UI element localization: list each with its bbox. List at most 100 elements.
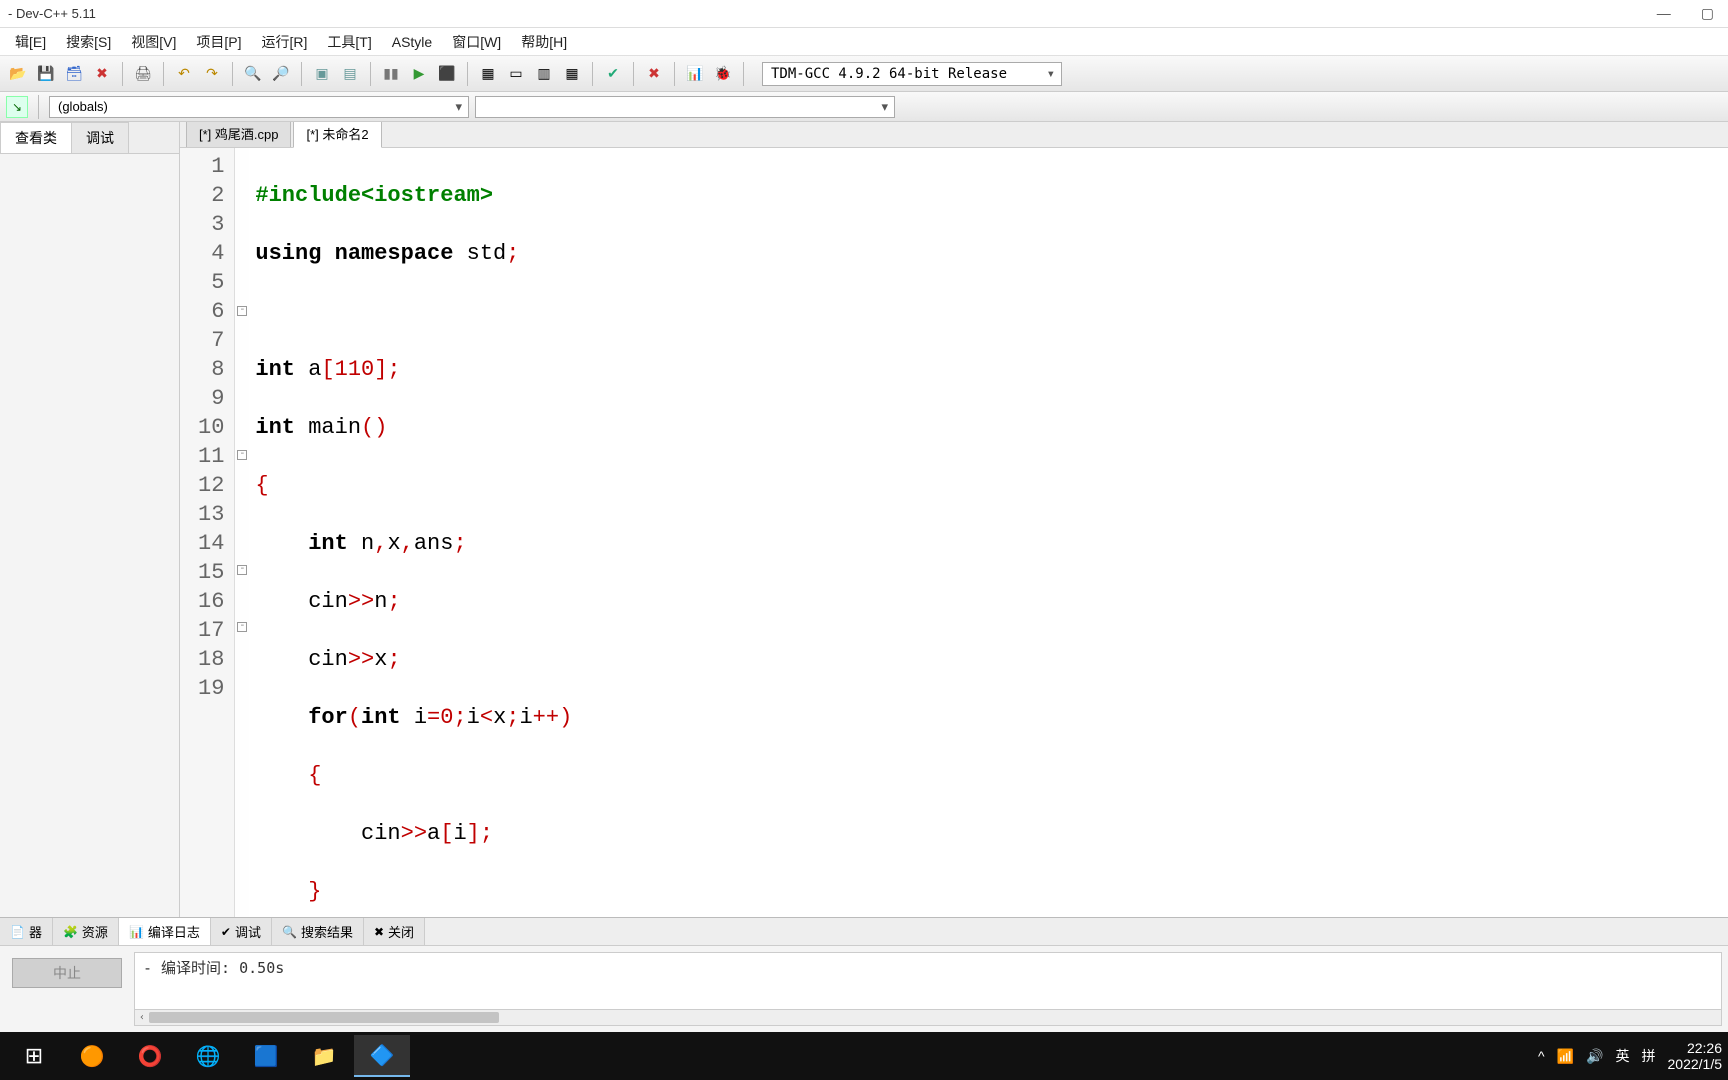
grid1-button[interactable]: ▦: [476, 62, 500, 86]
debug-button[interactable]: 🐞: [711, 62, 735, 86]
volume-icon[interactable]: 🔊: [1586, 1048, 1603, 1065]
bottom-tabs: 📄器 🧩资源 📊编译日志 ✔调试 🔍搜索结果 ✖关闭: [0, 918, 1728, 946]
file-tab-1[interactable]: [*] 未命名2: [293, 122, 381, 148]
separator: [743, 62, 744, 86]
separator: [232, 62, 233, 86]
scope-selector[interactable]: (globals): [49, 96, 469, 118]
stop-button[interactable]: ▮▮: [379, 62, 403, 86]
bottom-panel: 📄器 🧩资源 📊编译日志 ✔调试 🔍搜索结果 ✖关闭 中止 - 编译时间: 0.…: [0, 917, 1728, 1032]
menu-run[interactable]: 运行[R]: [253, 29, 317, 55]
scope-selector-value: (globals): [58, 99, 108, 114]
separator: [633, 62, 634, 86]
scroll-thumb[interactable]: [149, 1012, 499, 1023]
separator: [370, 62, 371, 86]
editor-area: [*] 鸡尾酒.cpp [*] 未命名2 1234 5678 9101112 1…: [180, 122, 1728, 917]
resource-icon: 🧩: [63, 925, 78, 939]
fold-marker[interactable]: -: [237, 622, 247, 632]
replace-button[interactable]: 🔎: [269, 62, 293, 86]
fold-marker[interactable]: -: [237, 565, 247, 575]
taskbar-devcpp[interactable]: 🔷: [354, 1035, 410, 1077]
clock-time: 22:26: [1668, 1040, 1723, 1056]
window-controls: — ▢: [1651, 3, 1720, 24]
left-panel: 查看类 调试: [0, 122, 180, 917]
left-panel-tabs: 查看类 调试: [0, 122, 179, 154]
bottom-tab-search-results[interactable]: 🔍搜索结果: [272, 918, 364, 945]
ime-mode[interactable]: 拼: [1642, 1046, 1656, 1066]
close-icon: ✖: [374, 925, 384, 939]
clock-date: 2022/1/5: [1668, 1056, 1723, 1072]
taskbar-explorer[interactable]: 📁: [296, 1035, 352, 1077]
tab-class-view[interactable]: 查看类: [0, 122, 72, 153]
compiler-selector[interactable]: TDM-GCC 4.9.2 64-bit Release: [762, 62, 1062, 86]
tab-debug[interactable]: 调试: [71, 122, 129, 153]
abort-button[interactable]: 中止: [12, 958, 122, 988]
code-editor[interactable]: 1234 5678 9101112 13141516 171819 - - - …: [180, 148, 1728, 917]
menu-astyle[interactable]: AStyle: [383, 31, 441, 53]
grid3-button[interactable]: ▥: [532, 62, 556, 86]
goto-icon[interactable]: ↘: [6, 96, 28, 118]
menu-edit[interactable]: 辑[E]: [6, 29, 55, 55]
menu-help[interactable]: 帮助[H]: [512, 29, 576, 55]
bottom-tab-resources[interactable]: 🧩资源: [53, 918, 119, 945]
fold-marker[interactable]: -: [237, 306, 247, 316]
taskbar-app-2[interactable]: ⭕: [122, 1035, 178, 1077]
find-button[interactable]: 🔍: [241, 62, 265, 86]
menu-window[interactable]: 窗口[W]: [443, 29, 510, 55]
bottom-tab-compiler[interactable]: 📄器: [0, 918, 53, 945]
delete-button[interactable]: ✖: [642, 62, 666, 86]
separator: [467, 62, 468, 86]
wifi-icon[interactable]: 📶: [1557, 1048, 1574, 1065]
tray-chevron-icon[interactable]: ^: [1538, 1048, 1545, 1064]
code-body[interactable]: #include<iostream> using namespace std; …: [249, 148, 1728, 917]
undo-button[interactable]: ↶: [172, 62, 196, 86]
menu-tools[interactable]: 工具[T]: [318, 29, 380, 55]
grid2-button[interactable]: ▭: [504, 62, 528, 86]
log-scrollbar[interactable]: ‹: [135, 1009, 1721, 1025]
file-tab-0[interactable]: [*] 鸡尾酒.cpp: [186, 122, 291, 147]
fold-marker[interactable]: -: [237, 450, 247, 460]
open-button[interactable]: 📂: [6, 62, 30, 86]
print-button[interactable]: 🖨: [131, 62, 155, 86]
check-icon: ✔: [221, 925, 231, 939]
close-button[interactable]: ✖: [90, 62, 114, 86]
run-button[interactable]: ▶: [407, 62, 431, 86]
compile-log-output[interactable]: - 编译时间: 0.50s ‹: [134, 952, 1722, 1026]
search-icon: 🔍: [282, 925, 297, 939]
menu-search[interactable]: 搜索[S]: [57, 29, 120, 55]
minimize-button[interactable]: —: [1651, 3, 1677, 24]
separator: [592, 62, 593, 86]
titlebar: - Dev-C++ 5.11 — ▢: [0, 0, 1728, 28]
separator: [122, 62, 123, 86]
ime-lang[interactable]: 英: [1616, 1046, 1630, 1066]
rebuild-button[interactable]: ⬛: [435, 62, 459, 86]
separator: [301, 62, 302, 86]
menu-project[interactable]: 项目[P]: [187, 29, 250, 55]
profile-button[interactable]: 📊: [683, 62, 707, 86]
check-button[interactable]: ✔: [601, 62, 625, 86]
scroll-left-icon[interactable]: ‹: [135, 1010, 149, 1025]
taskbar-chrome[interactable]: 🌐: [180, 1035, 236, 1077]
taskbar-vscode[interactable]: 🟦: [238, 1035, 294, 1077]
bottom-tab-debug[interactable]: ✔调试: [211, 918, 272, 945]
menu-view[interactable]: 视图[V]: [122, 29, 185, 55]
navigation-toolbar: ↘ (globals): [0, 92, 1728, 122]
grid4-button[interactable]: ▦: [560, 62, 584, 86]
compile-run-button[interactable]: ▤: [338, 62, 362, 86]
save-all-button[interactable]: 🗃: [62, 62, 86, 86]
compile-button[interactable]: ▣: [310, 62, 334, 86]
fold-column: - - - -: [235, 148, 249, 917]
bottom-tab-compile-log[interactable]: 📊编译日志: [119, 918, 211, 945]
redo-button[interactable]: ↷: [200, 62, 224, 86]
compile-log-line: - 编译时间: 0.50s: [143, 959, 284, 977]
separator: [163, 62, 164, 86]
system-clock[interactable]: 22:26 2022/1/5: [1668, 1040, 1723, 1072]
start-button[interactable]: ⊞: [6, 1035, 62, 1077]
main-toolbar: 📂 💾 🗃 ✖ 🖨 ↶ ↷ 🔍 🔎 ▣ ▤ ▮▮ ▶ ⬛ ▦ ▭ ▥ ▦ ✔ ✖…: [0, 56, 1728, 92]
member-selector[interactable]: [475, 96, 895, 118]
menubar: 辑[E] 搜索[S] 视图[V] 项目[P] 运行[R] 工具[T] AStyl…: [0, 28, 1728, 56]
taskbar-app-1[interactable]: 🟠: [64, 1035, 120, 1077]
file-tabs: [*] 鸡尾酒.cpp [*] 未命名2: [180, 122, 1728, 148]
save-button[interactable]: 💾: [34, 62, 58, 86]
maximize-button[interactable]: ▢: [1695, 3, 1720, 24]
bottom-tab-close[interactable]: ✖关闭: [364, 918, 425, 945]
